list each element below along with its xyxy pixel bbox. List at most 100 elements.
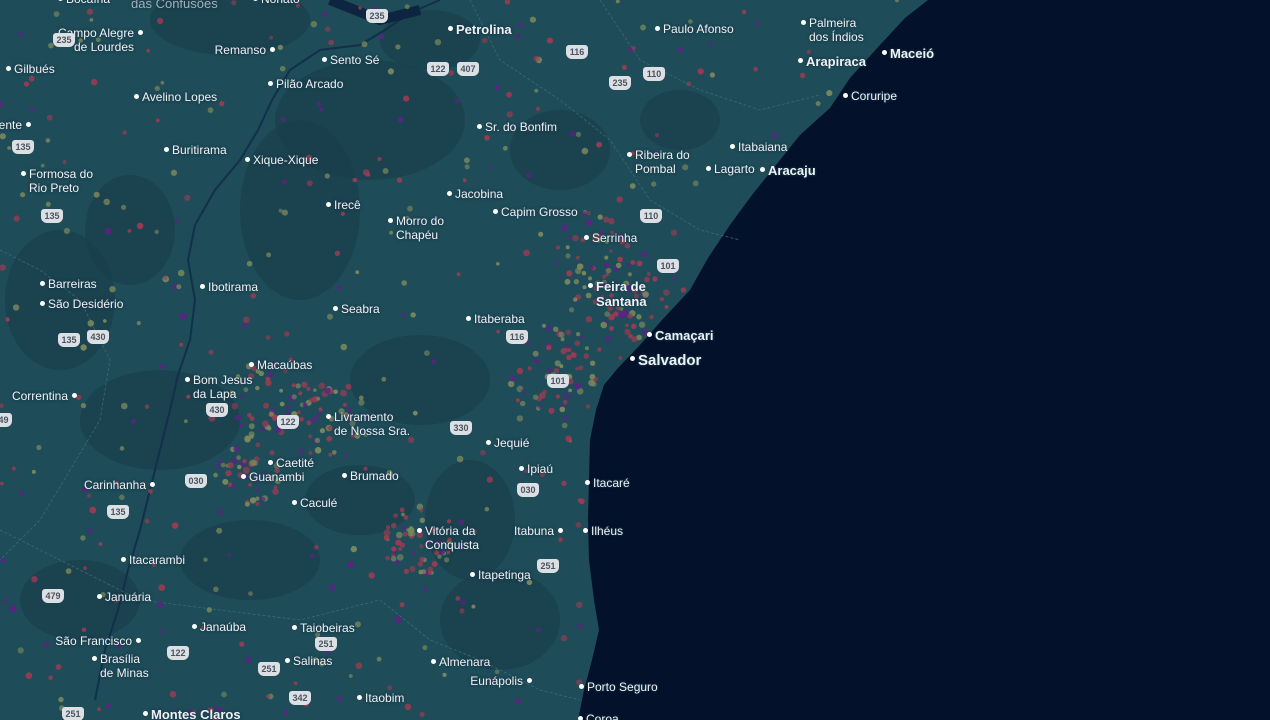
heat-dot bbox=[381, 376, 387, 382]
city-label[interactable]: Xique-Xique bbox=[253, 153, 318, 167]
city-label[interactable]: Itaobim bbox=[365, 691, 404, 705]
heat-dot bbox=[316, 101, 322, 106]
heat-dot bbox=[593, 377, 599, 382]
heat-dot bbox=[395, 44, 401, 50]
heat-dot bbox=[13, 215, 20, 222]
heat-dot bbox=[80, 344, 87, 351]
city-label[interactable]: Bom Jesus da Lapa bbox=[193, 373, 252, 401]
heat-dot bbox=[90, 78, 98, 86]
city-label[interactable]: Arapiraca bbox=[806, 54, 866, 69]
city-label[interactable]: Livramento de Nossa Sra. bbox=[334, 410, 410, 438]
highway-shield: 251 bbox=[315, 637, 337, 651]
heat-dot bbox=[58, 696, 64, 703]
city-label[interactable]: Macaúbas bbox=[257, 358, 312, 372]
city-label[interactable]: Camaçari bbox=[655, 328, 714, 343]
city-label[interactable]: Porto Seguro bbox=[587, 680, 658, 694]
heat-dot bbox=[157, 601, 163, 608]
heat-dot bbox=[336, 696, 342, 702]
highway-shield: 251 bbox=[62, 707, 84, 720]
city-label[interactable]: Almenara bbox=[439, 655, 490, 669]
heat-dot bbox=[396, 531, 403, 539]
city-label[interactable]: Carinhanha bbox=[84, 478, 146, 492]
city-label[interactable]: Itacarambi bbox=[129, 553, 185, 567]
city-label[interactable]: Maceió bbox=[890, 46, 934, 61]
city-label[interactable]: Pilão Arcado bbox=[276, 77, 343, 91]
city-label[interactable]: Jacobina bbox=[455, 187, 503, 201]
city-label[interactable]: Gilbués bbox=[14, 62, 55, 76]
city-label[interactable]: Formosa do Rio Preto bbox=[29, 167, 93, 195]
city-dot bbox=[579, 684, 584, 689]
heat-dot bbox=[496, 329, 500, 334]
city-label[interactable]: Morro do Chapéu bbox=[396, 214, 444, 242]
city-label[interactable]: Montes Claros bbox=[151, 707, 241, 720]
city-label[interactable]: Corrente bbox=[0, 118, 22, 132]
city-label[interactable]: Aracaju bbox=[768, 163, 816, 178]
city-dot bbox=[706, 166, 711, 171]
city-label[interactable]: São Francisco bbox=[55, 634, 132, 648]
city-dot bbox=[245, 157, 250, 162]
heat-dot bbox=[266, 252, 272, 258]
city-label[interactable]: Guanambi bbox=[249, 470, 304, 484]
city-label[interactable]: Capim Grosso bbox=[501, 205, 578, 219]
city-label[interactable]: Brumado bbox=[350, 469, 399, 483]
city-label[interactable]: Ibotirama bbox=[208, 280, 258, 294]
heat-dot bbox=[20, 192, 26, 198]
city-label[interactable]: Itabaiana bbox=[738, 140, 787, 154]
city-label[interactable]: Itaberaba bbox=[474, 312, 525, 326]
city-label[interactable]: Barreiras bbox=[48, 277, 97, 291]
city-label[interactable]: Sento Sé bbox=[330, 53, 379, 67]
city-label[interactable]: Januária bbox=[105, 590, 151, 604]
city-label[interactable]: Itapetinga bbox=[478, 568, 531, 582]
map-canvas[interactable]: Petrolina Paulo Afonso Palmeira dos Índios… bbox=[0, 0, 1270, 720]
city-label[interactable]: Correntina bbox=[12, 389, 68, 403]
city-label[interactable]: Taiobeiras bbox=[300, 621, 355, 635]
city-label[interactable]: Salvador bbox=[638, 352, 701, 369]
heat-dot bbox=[437, 554, 442, 559]
city-label[interactable]: Sr. do Bonfim bbox=[485, 120, 557, 134]
city-label[interactable]: Ribeira do Pombal bbox=[635, 148, 690, 176]
city-label[interactable]: Nonato bbox=[261, 0, 300, 6]
city-label[interactable]: Janaúba bbox=[200, 620, 246, 634]
city-label[interactable]: Coruripe bbox=[851, 89, 897, 103]
city-label[interactable]: Salinas bbox=[293, 654, 332, 668]
city-label[interactable]: Feira de Santana bbox=[596, 279, 647, 309]
city-label[interactable]: Irecê bbox=[334, 198, 361, 212]
heat-dot bbox=[399, 602, 405, 608]
city-label[interactable]: São Desidério bbox=[48, 297, 123, 311]
city-label[interactable]: Bocaína bbox=[66, 0, 110, 6]
heat-dot bbox=[249, 459, 257, 467]
city-label[interactable]: Coroa bbox=[586, 712, 619, 720]
city-label[interactable]: Avelino Lopes bbox=[142, 90, 217, 104]
city-label[interactable]: Itabuna bbox=[514, 524, 554, 538]
heat-dot bbox=[456, 272, 461, 277]
city-label[interactable]: Ipiaú bbox=[527, 462, 553, 476]
city-dot bbox=[588, 283, 593, 288]
city-label[interactable]: Itacaré bbox=[593, 476, 630, 490]
city-label[interactable]: Caculé bbox=[300, 496, 337, 510]
heat-dot bbox=[554, 360, 561, 367]
city-label[interactable]: Caetité bbox=[276, 456, 314, 470]
city-label[interactable]: Lagarto bbox=[714, 162, 755, 176]
city-label[interactable]: Serrinha bbox=[592, 231, 637, 245]
highway-shield: 101 bbox=[547, 374, 569, 388]
heat-dot bbox=[398, 547, 402, 551]
heat-dot bbox=[281, 179, 287, 185]
heat-dot bbox=[588, 276, 592, 281]
heat-dot bbox=[563, 392, 570, 399]
heat-dot bbox=[404, 703, 412, 711]
city-label[interactable]: Palmeira dos Índios bbox=[809, 16, 864, 44]
city-label[interactable]: Seabra bbox=[341, 302, 380, 316]
heat-dot bbox=[569, 307, 575, 313]
city-label[interactable]: Vitória da Conquista bbox=[425, 524, 479, 552]
city-label[interactable]: Paulo Afonso bbox=[663, 22, 734, 36]
city-label[interactable]: Buritirama bbox=[172, 143, 227, 157]
heat-dot bbox=[310, 21, 318, 28]
heat-dot bbox=[295, 383, 301, 389]
city-label[interactable]: Ilhéus bbox=[591, 524, 623, 538]
city-label[interactable]: Eunápolis bbox=[470, 674, 523, 688]
city-label[interactable]: Petrolina bbox=[456, 22, 512, 37]
heat-dot bbox=[208, 349, 214, 355]
city-label[interactable]: Brasília de Minas bbox=[100, 652, 149, 680]
city-label[interactable]: Remanso bbox=[215, 43, 266, 57]
city-label[interactable]: Jequié bbox=[494, 436, 529, 450]
